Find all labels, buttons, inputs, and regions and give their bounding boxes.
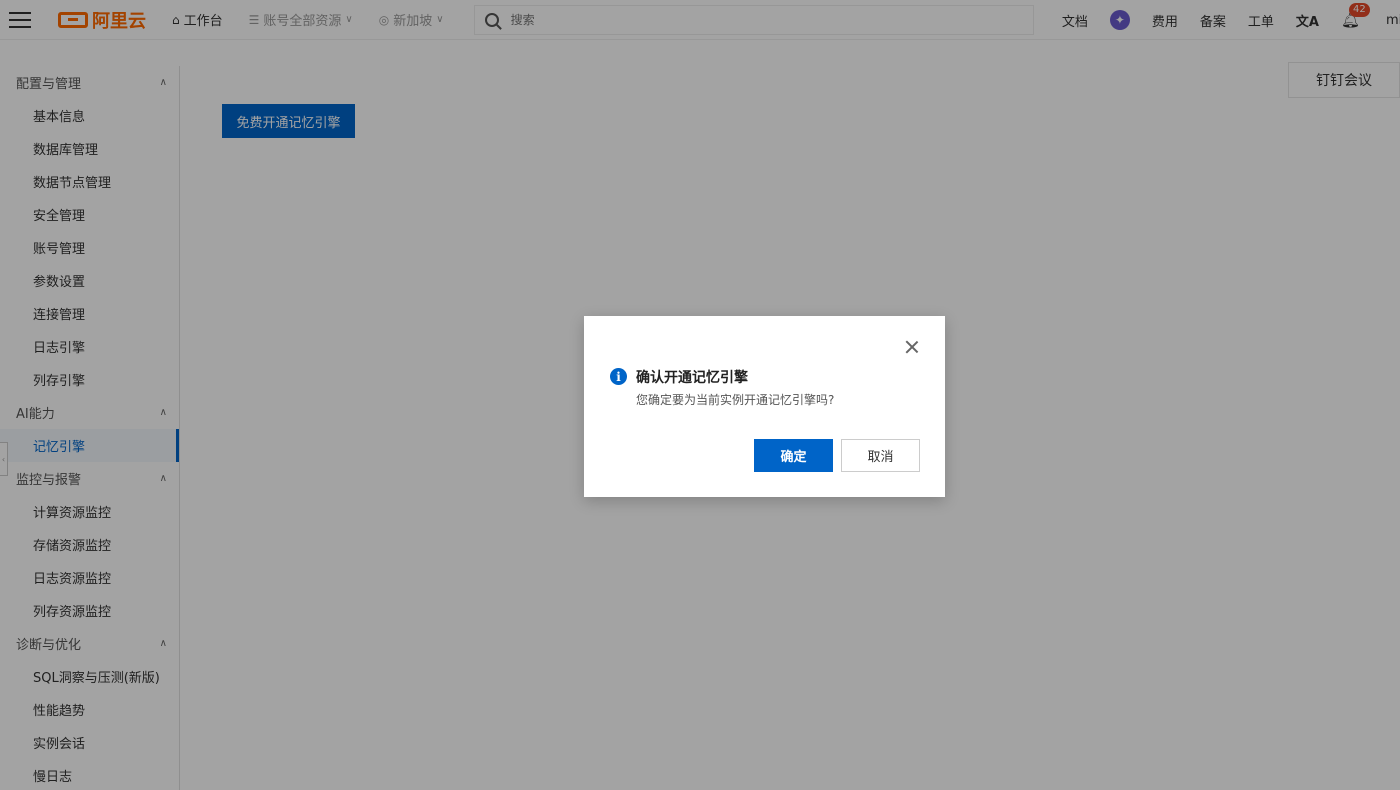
- dialog-message: 您确定要为当前实例开通记忆引擎吗?: [636, 393, 835, 407]
- close-icon[interactable]: [905, 340, 919, 354]
- dialog-title: 确认开通记忆引擎: [636, 370, 748, 386]
- confirm-button[interactable]: 确定: [754, 439, 833, 472]
- cancel-button[interactable]: 取消: [841, 439, 920, 472]
- confirm-dialog: i 确认开通记忆引擎 您确定要为当前实例开通记忆引擎吗? 确定 取消: [584, 316, 945, 497]
- info-icon: i: [610, 368, 627, 385]
